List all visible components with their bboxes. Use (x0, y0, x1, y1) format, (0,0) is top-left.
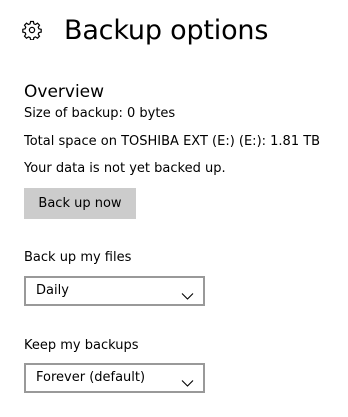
backup-frequency-dropdown[interactable]: Daily (24, 276, 205, 306)
retention-value: Forever (default) (36, 370, 146, 385)
retention-dropdown[interactable]: Forever (default) (24, 363, 205, 393)
retention-label: Keep my backups (24, 338, 139, 353)
gear-icon (22, 20, 42, 41)
backup-size-text: Size of backup: 0 bytes (24, 106, 176, 121)
backup-status-text: Your data is not yet backed up. (24, 161, 226, 176)
back-up-now-button[interactable]: Back up now (24, 188, 136, 219)
overview-heading: Overview (24, 82, 105, 102)
backup-frequency-value: Daily (36, 283, 69, 298)
total-space-text: Total space on TOSHIBA EXT (E:) (E:): 1.… (24, 134, 321, 149)
page-title: Backup options (64, 14, 269, 46)
chevron-down-icon (181, 373, 194, 387)
page-header: Backup options (22, 10, 268, 50)
chevron-down-icon (181, 286, 194, 300)
backup-frequency-label: Back up my files (24, 250, 132, 265)
